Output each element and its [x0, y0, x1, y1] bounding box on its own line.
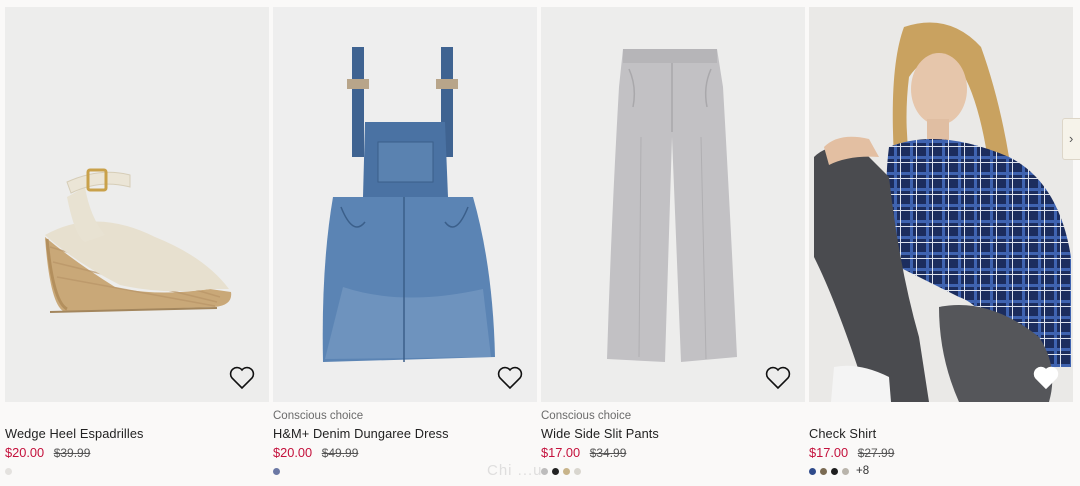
product-title[interactable]: H&M+ Denim Dungaree Dress [273, 426, 449, 441]
watermark: Chi ...u [487, 462, 543, 479]
color-swatches [273, 466, 284, 476]
chevron-right-icon: › [1069, 131, 1074, 146]
model-illustration [814, 22, 1071, 402]
product-label: Conscious choice [541, 410, 632, 422]
espadrille-illustration [45, 168, 232, 313]
original-price: $27.99 [857, 446, 895, 460]
favorite-heart-button[interactable] [497, 366, 523, 390]
product-prices: $20.00 $49.99 [273, 445, 358, 460]
dungaree-illustration [322, 47, 495, 362]
color-swatch[interactable] [842, 467, 849, 475]
color-swatch[interactable] [820, 467, 827, 475]
original-price: $39.99 [53, 446, 91, 460]
pants-illustration [607, 49, 737, 362]
color-swatch[interactable] [5, 467, 12, 475]
product-title[interactable]: Check Shirt [809, 426, 876, 441]
product-title[interactable]: Wide Side Slit Pants [541, 426, 659, 441]
favorite-heart-button[interactable] [765, 366, 791, 390]
product-grid: Wedge Heel Espadrilles $20.00 $39.99 Con… [0, 0, 1080, 486]
heart-filled-icon [1033, 366, 1059, 390]
favorite-heart-button[interactable] [1033, 366, 1059, 390]
color-swatch[interactable] [273, 467, 280, 475]
more-colors-count[interactable]: +8 [856, 465, 869, 477]
color-swatch[interactable] [574, 467, 581, 475]
color-swatches [541, 466, 585, 476]
color-swatch[interactable] [552, 467, 559, 475]
product-card-check-shirt[interactable]: Check Shirt $17.00 $27.99 +8 [809, 0, 1073, 486]
product-image-check-shirt[interactable] [809, 7, 1073, 402]
color-swatch[interactable] [563, 467, 570, 475]
product-image-espadrilles[interactable] [5, 7, 269, 402]
product-card-wedge-espadrilles[interactable]: Wedge Heel Espadrilles $20.00 $39.99 [5, 0, 269, 486]
product-image-pants[interactable] [541, 7, 805, 402]
heart-outline-icon [765, 366, 791, 390]
product-title[interactable]: Wedge Heel Espadrilles [5, 426, 144, 441]
color-swatch[interactable] [809, 467, 816, 475]
original-price: $49.99 [321, 446, 359, 460]
product-prices: $17.00 $34.99 [541, 445, 626, 460]
favorite-heart-button[interactable] [229, 366, 255, 390]
product-card-denim-dungaree-dress[interactable]: Conscious choice H&M+ Denim Dungaree Dre… [273, 0, 537, 486]
color-swatches: +8 [809, 465, 869, 477]
sale-price: $20.00 [5, 445, 45, 460]
heart-outline-icon [497, 366, 523, 390]
color-swatch[interactable] [831, 467, 838, 475]
product-image-dungaree-dress[interactable] [273, 7, 537, 402]
original-price: $34.99 [589, 446, 627, 460]
product-prices: $20.00 $39.99 [5, 445, 90, 460]
product-prices: $17.00 $27.99 [809, 445, 894, 460]
sale-price: $20.00 [273, 445, 313, 460]
product-label: Conscious choice [273, 410, 364, 422]
carousel-next-button[interactable]: › [1062, 118, 1080, 160]
sale-price: $17.00 [809, 445, 849, 460]
product-card-wide-side-slit-pants[interactable]: Conscious choice Wide Side Slit Pants $1… [541, 0, 805, 486]
sale-price: $17.00 [541, 445, 581, 460]
color-swatches [5, 466, 16, 476]
heart-outline-icon [229, 366, 255, 390]
